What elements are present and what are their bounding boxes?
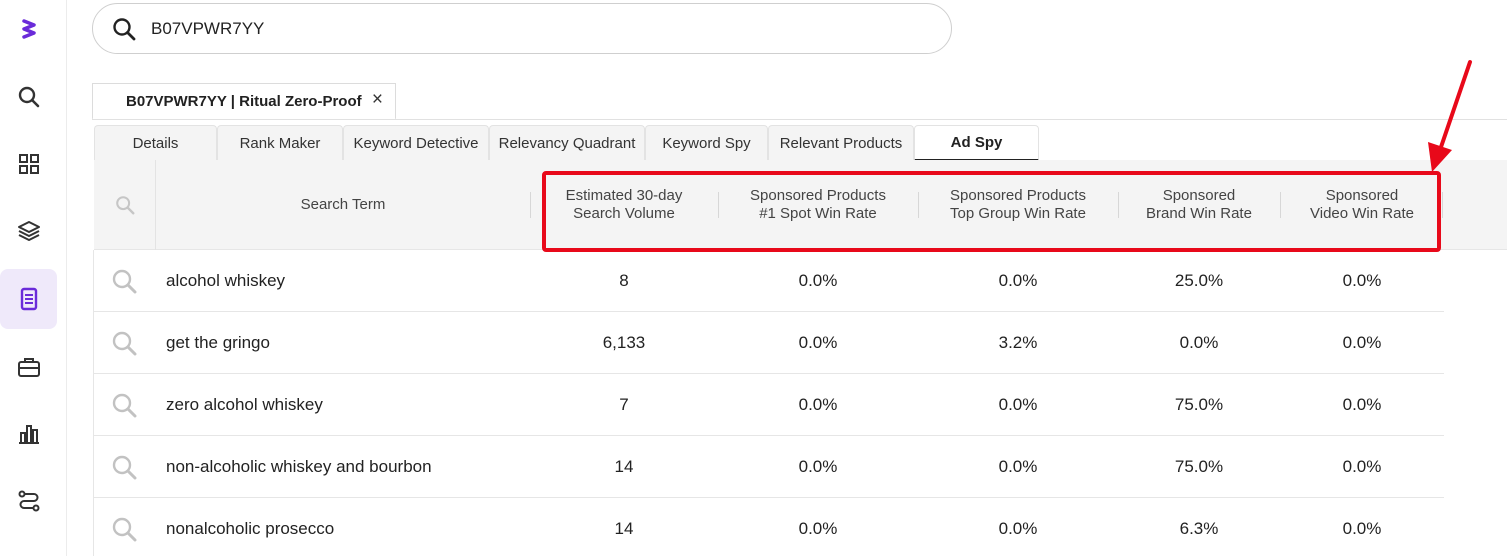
cell-sp-group: 0.0%	[998, 519, 1038, 538]
cell-brand: 75.0%	[1174, 395, 1224, 414]
table-row[interactable]: zero alcohol whiskey 7 0.0% 0.0% 75.0% 0…	[94, 374, 1444, 436]
cell-volume: 14	[614, 519, 634, 538]
cell-video: 0.0%	[1342, 333, 1382, 352]
document-icon[interactable]	[0, 269, 57, 329]
cell-sp-group: 0.0%	[998, 457, 1038, 476]
search-icon[interactable]	[0, 67, 57, 127]
cell-sp-group: 3.2%	[998, 333, 1038, 352]
search-input[interactable]	[151, 18, 911, 39]
header-divider	[1442, 192, 1443, 218]
cell-volume: 7	[619, 395, 629, 414]
row-search-icon[interactable]	[110, 515, 138, 543]
tab-keyword-detective[interactable]: Keyword Detective	[343, 125, 489, 161]
logo-icon[interactable]	[0, 0, 57, 60]
cell-sp-top: 0.0%	[798, 333, 838, 352]
cell-search-term[interactable]: nonalcoholic prosecco	[166, 498, 530, 556]
header-search-icon[interactable]	[94, 160, 156, 250]
briefcase-icon[interactable]	[0, 337, 57, 397]
cell-sp-top: 0.0%	[798, 271, 838, 290]
search-icon	[113, 17, 136, 40]
close-icon[interactable]: ×	[372, 90, 383, 109]
row-search-icon[interactable]	[110, 453, 138, 481]
cell-volume: 8	[619, 271, 629, 290]
cell-sp-group: 0.0%	[998, 271, 1038, 290]
row-search-icon[interactable]	[110, 391, 138, 419]
cell-video: 0.0%	[1342, 519, 1382, 538]
cell-sp-top: 0.0%	[798, 457, 838, 476]
cell-sp-top: 0.0%	[798, 519, 838, 538]
cell-search-term[interactable]: zero alcohol whiskey	[166, 374, 530, 436]
table-left-border	[93, 250, 94, 556]
cell-search-term[interactable]: get the gringo	[166, 312, 530, 374]
tab-details[interactable]: Details	[94, 125, 217, 161]
header-search-term[interactable]: Search Term	[156, 160, 530, 250]
cell-video: 0.0%	[1342, 271, 1382, 290]
highlight-box	[542, 171, 1441, 252]
row-search-icon[interactable]	[110, 267, 138, 295]
layers-icon[interactable]	[0, 201, 57, 261]
cell-sp-top: 0.0%	[798, 395, 838, 414]
route-icon[interactable]	[0, 471, 57, 531]
arrow-annotation	[1428, 60, 1472, 172]
bar-chart-icon[interactable]	[0, 404, 57, 464]
cell-volume: 14	[614, 457, 634, 476]
cell-video: 0.0%	[1342, 395, 1382, 414]
product-tab-label: B07VPWR7YY | Ritual Zero-Proof	[126, 92, 362, 110]
table-row[interactable]: nonalcoholic prosecco 14 0.0% 0.0% 6.3% …	[94, 498, 1444, 556]
cell-brand: 0.0%	[1179, 333, 1219, 352]
cell-brand: 6.3%	[1179, 519, 1219, 538]
table-row[interactable]: get the gringo 6,133 0.0% 3.2% 0.0% 0.0%	[94, 312, 1444, 374]
cell-sp-group: 0.0%	[998, 395, 1038, 414]
cell-search-term[interactable]: non-alcoholic whiskey and bourbon	[166, 436, 530, 498]
tab-relevancy-quadrant[interactable]: Relevancy Quadrant	[489, 125, 645, 161]
cell-brand: 75.0%	[1174, 457, 1224, 476]
search-bar[interactable]	[92, 3, 952, 54]
tab-keyword-spy[interactable]: Keyword Spy	[645, 125, 768, 161]
product-tab[interactable]: B07VPWR7YY | Ritual Zero-Proof ×	[92, 83, 396, 120]
cell-brand: 25.0%	[1174, 271, 1224, 290]
cell-volume: 6,133	[602, 333, 646, 352]
cell-search-term[interactable]: alcohol whiskey	[166, 250, 530, 312]
tab-rank-maker[interactable]: Rank Maker	[217, 125, 343, 161]
cell-video: 0.0%	[1342, 457, 1382, 476]
table-row[interactable]: non-alcoholic whiskey and bourbon 14 0.0…	[94, 436, 1444, 498]
row-search-icon[interactable]	[110, 329, 138, 357]
tab-divider	[92, 119, 1507, 120]
sidebar	[0, 0, 67, 556]
grid-icon[interactable]	[0, 134, 57, 194]
table-row[interactable]: alcohol whiskey 8 0.0% 0.0% 25.0% 0.0%	[94, 250, 1444, 312]
tab-relevant-products[interactable]: Relevant Products	[768, 125, 914, 161]
tab-ad-spy[interactable]: Ad Spy	[914, 125, 1039, 161]
